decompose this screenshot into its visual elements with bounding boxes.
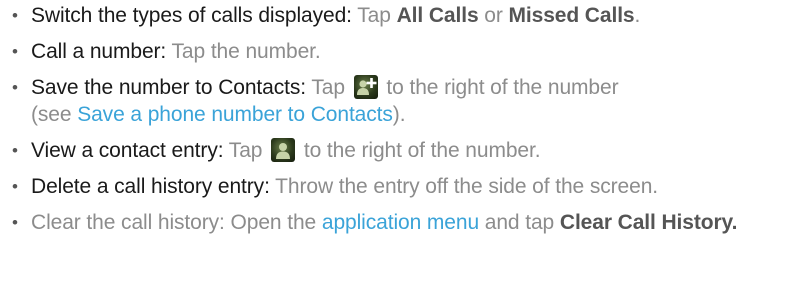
missed-calls-term: Missed Calls bbox=[508, 4, 635, 27]
item-label: Call a number: bbox=[31, 40, 167, 63]
item-text: Tap bbox=[351, 4, 397, 27]
item-label: View a contact entry: bbox=[31, 139, 224, 162]
bullet: • bbox=[12, 213, 18, 232]
save-phone-number-link[interactable]: Save a phone number to Contacts bbox=[77, 103, 393, 126]
item-text: to the right of the number. bbox=[298, 139, 541, 162]
clear-call-history-term: Clear Call History. bbox=[559, 211, 738, 234]
list-item: • Switch the types of calls displayed: T… bbox=[9, 2, 789, 29]
item-text: ). bbox=[392, 103, 406, 126]
contact-icon bbox=[271, 138, 296, 162]
all-calls-term: All Calls bbox=[396, 4, 479, 27]
item-label: Save the number to Contacts: bbox=[31, 76, 307, 99]
item-text: Tap bbox=[223, 139, 269, 162]
item-text: Tap bbox=[306, 76, 351, 99]
bullet: • bbox=[12, 78, 18, 97]
list-item: • Delete a call history entry: Throw the… bbox=[9, 173, 789, 200]
bullet: • bbox=[12, 141, 18, 160]
list-item: • Save the number to Contacts: Tap to th… bbox=[9, 74, 789, 128]
bullet: • bbox=[12, 42, 18, 61]
list-item: • Clear the call history: Open the appli… bbox=[9, 209, 789, 236]
bullet: • bbox=[12, 6, 18, 25]
instruction-list: • Switch the types of calls displayed: T… bbox=[9, 2, 789, 245]
item-text: or bbox=[478, 4, 509, 27]
bullet: • bbox=[12, 177, 18, 196]
item-text: Tap the number. bbox=[166, 40, 321, 63]
item-text: and tap bbox=[479, 211, 560, 234]
item-label: Delete a call history entry: bbox=[31, 175, 270, 198]
item-text: . bbox=[634, 4, 641, 27]
add-contact-icon bbox=[353, 75, 378, 99]
list-item: • Call a number: Tap the number. bbox=[9, 38, 789, 65]
item-label: Switch the types of calls displayed: bbox=[31, 4, 352, 27]
application-menu-link[interactable]: application menu bbox=[322, 211, 479, 234]
item-text: Clear the call history: Open the bbox=[31, 211, 322, 234]
item-text: Throw the entry off the side of the scre… bbox=[269, 175, 659, 198]
item-text: (see bbox=[31, 103, 78, 126]
item-text: to the right of the number bbox=[380, 76, 619, 99]
list-item: • View a contact entry: Tap to the right… bbox=[9, 137, 789, 164]
